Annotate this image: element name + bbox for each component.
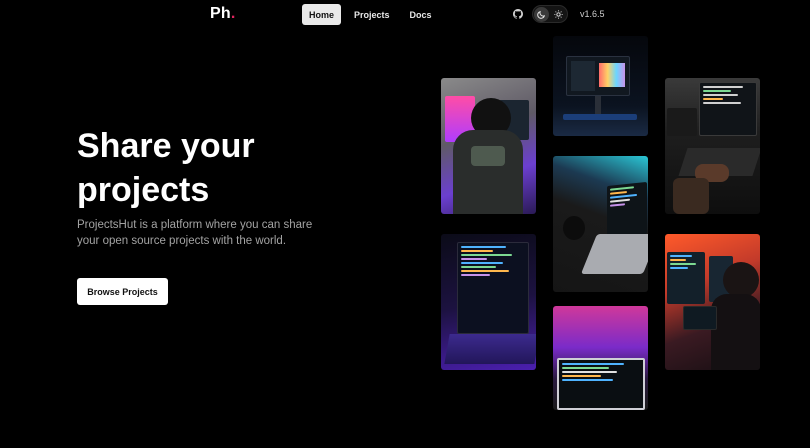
logo-text: Ph: [210, 5, 231, 22]
nav-home-link[interactable]: Home: [302, 4, 342, 25]
browse-projects-button[interactable]: Browse Projects: [77, 278, 168, 305]
hero-title: Share your projects: [77, 127, 255, 209]
laptop-with-code-photo: [553, 156, 648, 292]
landing-page: Ph. Home Projects Docs v1.6.5 Share your…: [0, 0, 810, 448]
github-icon[interactable]: [512, 8, 524, 20]
monitor-on-dark-desk-photo: [553, 36, 648, 136]
nav-docs-link[interactable]: Docs: [403, 4, 439, 25]
red-lit-workspace-photo: [665, 234, 760, 370]
version-label: v1.6.5: [580, 9, 605, 19]
moon-icon[interactable]: [534, 6, 549, 22]
neon-laptop-photo: [553, 306, 648, 410]
nav-projects-link[interactable]: Projects: [347, 4, 397, 25]
code-lines: [461, 246, 525, 330]
logo[interactable]: Ph.: [210, 5, 236, 23]
main-nav: Home Projects Docs: [302, 4, 439, 25]
sun-icon[interactable]: [551, 7, 566, 22]
developer-typing-photo: [665, 78, 760, 214]
developer-at-desk-photo: [441, 78, 536, 214]
purple-laptop-photo: [441, 234, 536, 370]
theme-toggle: [532, 5, 568, 23]
hero-subtitle: ProjectsHut is a platform where you can …: [77, 219, 313, 247]
nav-right: v1.6.5: [512, 5, 605, 23]
logo-dot: .: [230, 5, 236, 22]
